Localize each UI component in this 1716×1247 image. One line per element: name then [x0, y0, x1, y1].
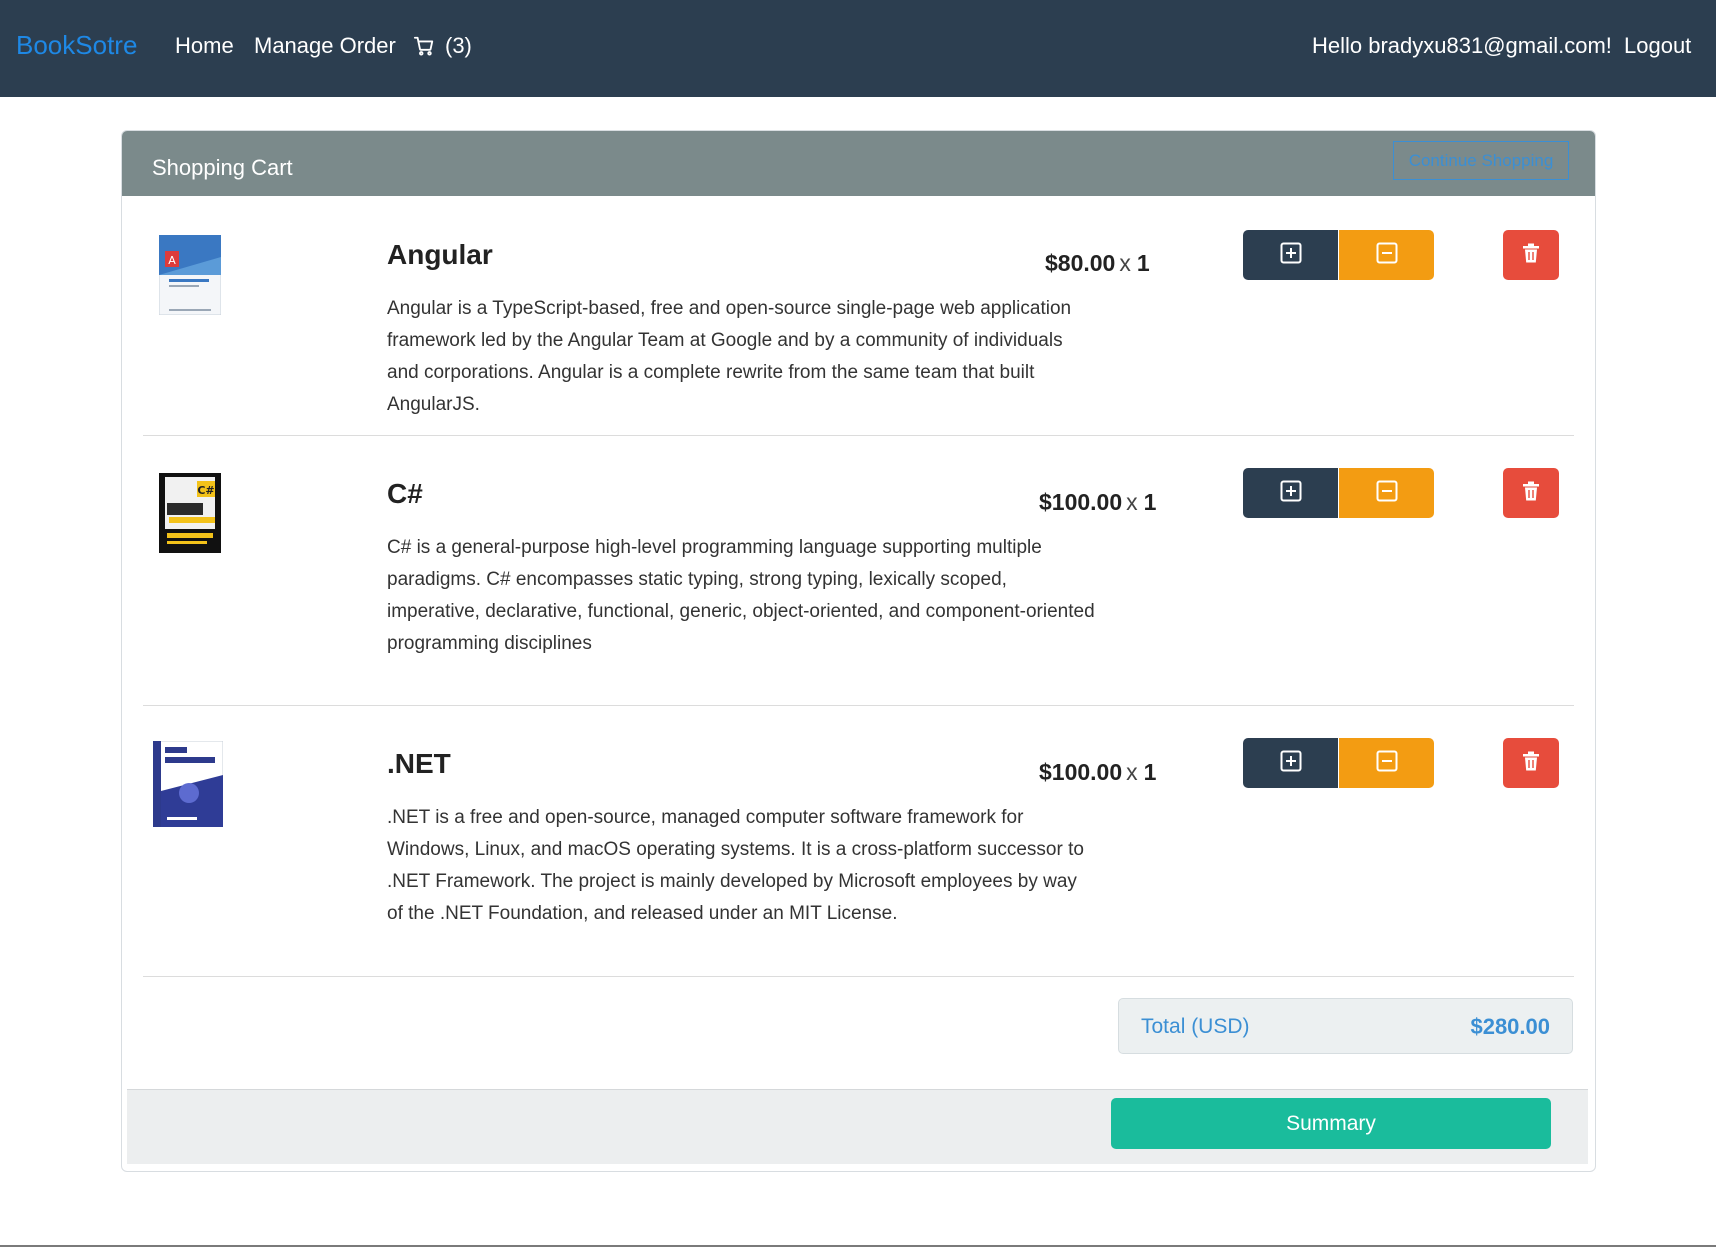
item-price-line: $100.00 x 1: [1039, 759, 1156, 786]
book-cover-image: C#: [159, 473, 221, 558]
total-value: $280.00: [1470, 1014, 1550, 1039]
minus-square-icon: [1376, 750, 1398, 777]
item-quantity: 1: [1143, 759, 1157, 785]
plus-square-icon: [1280, 242, 1302, 269]
remove-item-button[interactable]: [1503, 468, 1559, 518]
summary-button[interactable]: Summary: [1111, 1098, 1551, 1149]
plus-square-icon: [1280, 480, 1302, 507]
item-quantity: 1: [1136, 250, 1150, 276]
item-times: x: [1119, 250, 1131, 276]
top-navbar: BookSotre Home Manage Order (3) Hello br…: [0, 0, 1716, 97]
decrease-quantity-button[interactable]: [1339, 738, 1434, 788]
item-description: C# is a general-purpose high-level progr…: [387, 537, 1095, 654]
trash-icon: [1522, 751, 1540, 776]
cart-icon: [413, 35, 435, 57]
cart-count: (3): [445, 33, 472, 58]
svg-text:C#: C#: [197, 484, 214, 497]
cart-item: C# C# C# is a general-purpose high-level…: [143, 435, 1574, 706]
trash-icon: [1522, 481, 1540, 506]
decrease-quantity-button[interactable]: [1339, 230, 1434, 280]
book-cover-image: [152, 740, 224, 832]
item-price-line: $80.00 x 1: [1045, 250, 1150, 277]
increase-quantity-button[interactable]: [1243, 230, 1338, 280]
increase-quantity-button[interactable]: [1243, 738, 1338, 788]
trash-icon: [1522, 243, 1540, 268]
cart-item: .NET .NET is a free and open-source, man…: [143, 705, 1574, 977]
continue-shopping-button[interactable]: Continue Shopping: [1393, 141, 1569, 180]
total-label: Total (USD): [1141, 1015, 1250, 1038]
remove-item-button[interactable]: [1503, 230, 1559, 280]
minus-square-icon: [1376, 480, 1398, 507]
item-description: Angular is a TypeScript-based, free and …: [387, 298, 1072, 415]
book-cover-image: A: [158, 234, 222, 320]
nav-home-link[interactable]: Home: [175, 33, 234, 59]
item-title: Angular: [387, 239, 493, 270]
decrease-quantity-button[interactable]: [1339, 468, 1434, 518]
remove-item-button[interactable]: [1503, 738, 1559, 788]
brand-link[interactable]: BookSotre: [16, 30, 137, 61]
nav-manage-order-link[interactable]: Manage Order: [254, 33, 396, 59]
minus-square-icon: [1376, 242, 1398, 269]
item-price: $100.00: [1039, 759, 1123, 785]
increase-quantity-button[interactable]: [1243, 468, 1338, 518]
cart-title: Shopping Cart: [152, 155, 293, 180]
item-quantity: 1: [1143, 489, 1157, 515]
item-times: x: [1126, 759, 1138, 785]
item-times: x: [1126, 489, 1138, 515]
total-summary: Total (USD) $280.00: [1118, 998, 1573, 1054]
cart-header: Shopping Cart Continue Shopping: [122, 131, 1595, 196]
svg-text:A: A: [168, 254, 176, 267]
item-title: .NET: [387, 748, 451, 779]
item-price-line: $100.00 x 1: [1039, 489, 1156, 516]
cart-item: A Angular Angular is a TypeScript-based,…: [143, 196, 1574, 436]
item-description: .NET is a free and open-source, managed …: [387, 807, 1084, 924]
nav-cart-link[interactable]: (3): [413, 33, 472, 59]
item-title: C#: [387, 478, 423, 509]
item-price: $80.00: [1045, 250, 1116, 276]
plus-square-icon: [1280, 750, 1302, 777]
nav-logout-link[interactable]: Logout: [1624, 33, 1691, 59]
user-greeting: Hello bradyxu831@gmail.com!: [1312, 33, 1612, 58]
item-price: $100.00: [1039, 489, 1123, 515]
